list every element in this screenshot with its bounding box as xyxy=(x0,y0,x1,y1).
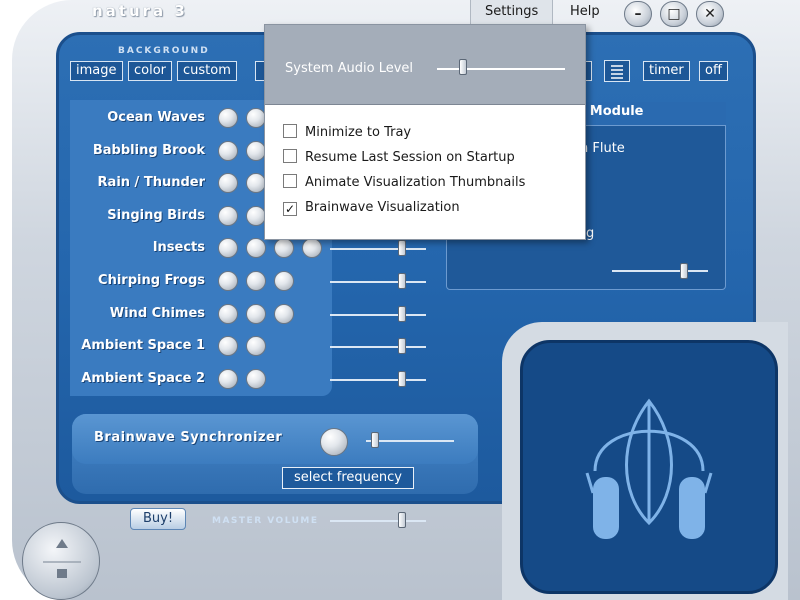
select-frequency-button[interactable]: select frequency xyxy=(282,467,414,489)
checkbox-icon[interactable] xyxy=(283,149,297,163)
background-section-label: BACKGROUND xyxy=(118,46,210,56)
sound-variant-orb[interactable] xyxy=(218,206,238,226)
background-image-button[interactable]: image xyxy=(70,61,123,81)
stop-icon xyxy=(57,569,67,578)
master-volume-track[interactable] xyxy=(330,520,426,522)
sound-label: Ambient Space 2 xyxy=(81,371,205,386)
buy-button[interactable]: Buy! xyxy=(130,508,186,530)
sound-label: Wind Chimes xyxy=(109,306,205,321)
settings-option-label: Brainwave Visualization xyxy=(305,200,460,215)
background-custom-button[interactable]: custom xyxy=(177,61,237,81)
close-button[interactable]: ✕ xyxy=(696,1,724,27)
timer-button[interactable]: timer xyxy=(643,61,690,81)
sound-volume-slider[interactable] xyxy=(398,338,406,354)
app-title: natura 3 xyxy=(92,2,188,20)
sound-variant-orb[interactable] xyxy=(218,304,238,324)
sound-variant-orb[interactable] xyxy=(274,304,294,324)
background-color-button[interactable]: color xyxy=(128,61,173,81)
sound-variant-orb[interactable] xyxy=(246,108,266,128)
sound-variant-orb[interactable] xyxy=(218,336,238,356)
sound-label: Rain / Thunder xyxy=(97,175,205,190)
sound-variant-orb[interactable] xyxy=(218,369,238,389)
checkbox-icon[interactable] xyxy=(283,174,297,188)
module-volume-track[interactable] xyxy=(612,270,708,272)
checked-checkbox-icon[interactable]: ✓ xyxy=(283,202,297,216)
system-audio-label: System Audio Level xyxy=(285,61,414,76)
settings-option-label: Resume Last Session on Startup xyxy=(305,150,515,165)
sound-volume-track[interactable] xyxy=(330,379,426,381)
sound-variant-orb[interactable] xyxy=(274,238,294,258)
sound-volume-slider[interactable] xyxy=(398,240,406,256)
sound-label: Singing Birds xyxy=(107,208,205,223)
headphones-leaf-icon xyxy=(585,398,713,539)
sound-variant-orb[interactable] xyxy=(246,141,266,161)
minimize-button[interactable]: – xyxy=(624,1,652,27)
sound-label: Babbling Brook xyxy=(92,143,205,158)
sound-variant-orb[interactable] xyxy=(218,173,238,193)
sound-variant-orb[interactable] xyxy=(218,141,238,161)
settings-option[interactable]: Minimize to Tray xyxy=(283,123,411,143)
settings-option[interactable]: Animate Visualization Thumbnails xyxy=(283,173,525,193)
master-volume-label: MASTER VOLUME xyxy=(212,516,319,526)
module-volume-slider[interactable] xyxy=(680,263,688,279)
sound-volume-track[interactable] xyxy=(330,314,426,316)
sound-variant-orb[interactable] xyxy=(246,173,266,193)
sound-variant-orb[interactable] xyxy=(218,271,238,291)
system-audio-track[interactable] xyxy=(437,68,565,70)
sound-label: Insects xyxy=(152,240,205,255)
nav-dial[interactable] xyxy=(22,522,100,600)
visualization-screen[interactable] xyxy=(520,340,778,594)
maximize-button[interactable]: □ xyxy=(660,1,688,27)
brainwave-volume-track[interactable] xyxy=(366,440,454,442)
module-item[interactable]: g xyxy=(586,226,594,241)
sound-variant-orb[interactable] xyxy=(246,206,266,226)
module-title: n Module xyxy=(576,104,644,119)
sound-volume-track[interactable] xyxy=(330,281,426,283)
timer-off-button[interactable]: off xyxy=(699,61,728,81)
settings-option-label: Animate Visualization Thumbnails xyxy=(305,175,526,190)
sound-volume-track[interactable] xyxy=(330,248,426,250)
settings-option[interactable]: ✓ Brainwave Visualization xyxy=(283,198,460,218)
list-icon[interactable] xyxy=(604,60,630,82)
brainwave-label: Brainwave Synchronizer xyxy=(94,430,283,445)
sound-volume-slider[interactable] xyxy=(398,306,406,322)
settings-option-label: Minimize to Tray xyxy=(305,125,412,140)
sound-variant-orb[interactable] xyxy=(274,271,294,291)
sound-volume-slider[interactable] xyxy=(398,371,406,387)
master-volume-slider[interactable] xyxy=(398,512,406,528)
settings-menu-popup: System Audio Level Minimize to Tray Resum… xyxy=(264,24,586,240)
sound-volume-track[interactable] xyxy=(330,346,426,348)
sound-variant-orb[interactable] xyxy=(246,336,266,356)
sound-variant-orb[interactable] xyxy=(246,271,266,291)
settings-option[interactable]: Resume Last Session on Startup xyxy=(283,148,515,168)
sound-variant-orb[interactable] xyxy=(246,304,266,324)
sound-variant-orb[interactable] xyxy=(246,238,266,258)
up-arrow-icon xyxy=(56,539,68,548)
sound-volume-slider[interactable] xyxy=(398,273,406,289)
sound-variant-orb[interactable] xyxy=(246,369,266,389)
sound-label: Ambient Space 1 xyxy=(81,338,205,353)
sound-variant-orb[interactable] xyxy=(218,108,238,128)
menu-help[interactable]: Help xyxy=(556,0,614,24)
module-item[interactable]: n Flute xyxy=(580,141,625,156)
system-audio-slider[interactable] xyxy=(459,59,467,75)
sound-label: Chirping Frogs xyxy=(98,273,205,288)
sound-label: Ocean Waves xyxy=(107,110,205,125)
brainwave-toggle-orb[interactable] xyxy=(320,428,348,456)
brainwave-volume-slider[interactable] xyxy=(371,432,379,448)
menu-settings[interactable]: Settings xyxy=(470,0,554,24)
sound-variant-orb[interactable] xyxy=(218,238,238,258)
sound-variant-orb[interactable] xyxy=(302,238,322,258)
checkbox-icon[interactable] xyxy=(283,124,297,138)
